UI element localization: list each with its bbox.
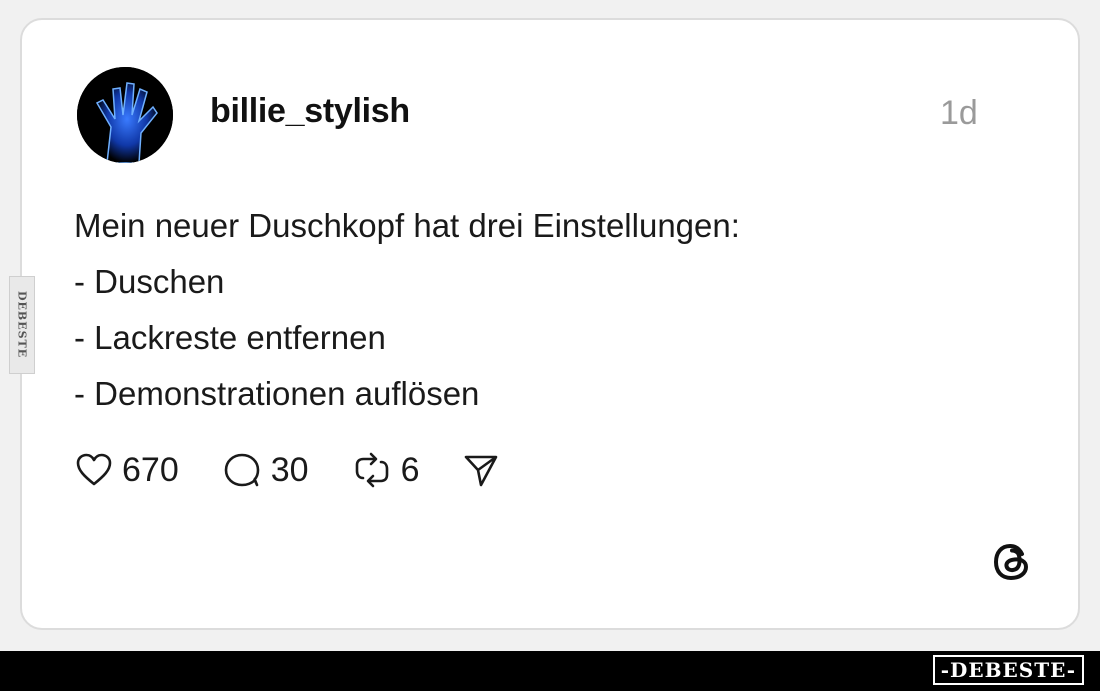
footer-watermark: -DEBESTE- <box>932 655 1084 685</box>
post-line: - Demonstrationen auflösen <box>74 375 480 412</box>
comment-button[interactable]: 30 <box>221 450 309 490</box>
side-watermark: DEBESTE <box>9 276 35 374</box>
avatar-hand-image <box>77 67 173 163</box>
post-text: Mein neuer Duschkopf hat drei Einstellun… <box>74 198 974 422</box>
avatar[interactable] <box>77 67 173 163</box>
repost-count: 6 <box>400 450 420 489</box>
like-count: 670 <box>122 450 179 489</box>
post-line: - Lackreste entfernen <box>74 319 386 356</box>
post-line: Mein neuer Duschkopf hat drei Einstellun… <box>74 207 740 244</box>
comment-icon <box>224 453 260 487</box>
repost-icon <box>355 452 388 488</box>
threads-logo-icon <box>993 543 1029 581</box>
like-button[interactable]: 670 <box>74 450 179 490</box>
heart-icon <box>76 453 112 486</box>
post-timestamp: 1d <box>940 94 978 132</box>
action-bar: 670 30 6 <box>74 448 543 492</box>
footer-bar: -DEBESTE- <box>0 651 1100 691</box>
share-button[interactable] <box>461 450 501 490</box>
side-watermark-text: DEBESTE <box>15 291 29 359</box>
post-card: billie_stylish 1d Mein neuer Duschkopf h… <box>20 18 1080 630</box>
post-line: - Duschen <box>74 263 225 300</box>
username[interactable]: billie_stylish <box>210 92 410 131</box>
repost-button[interactable]: 6 <box>351 450 420 490</box>
comment-count: 30 <box>270 450 309 489</box>
share-icon <box>465 455 498 487</box>
